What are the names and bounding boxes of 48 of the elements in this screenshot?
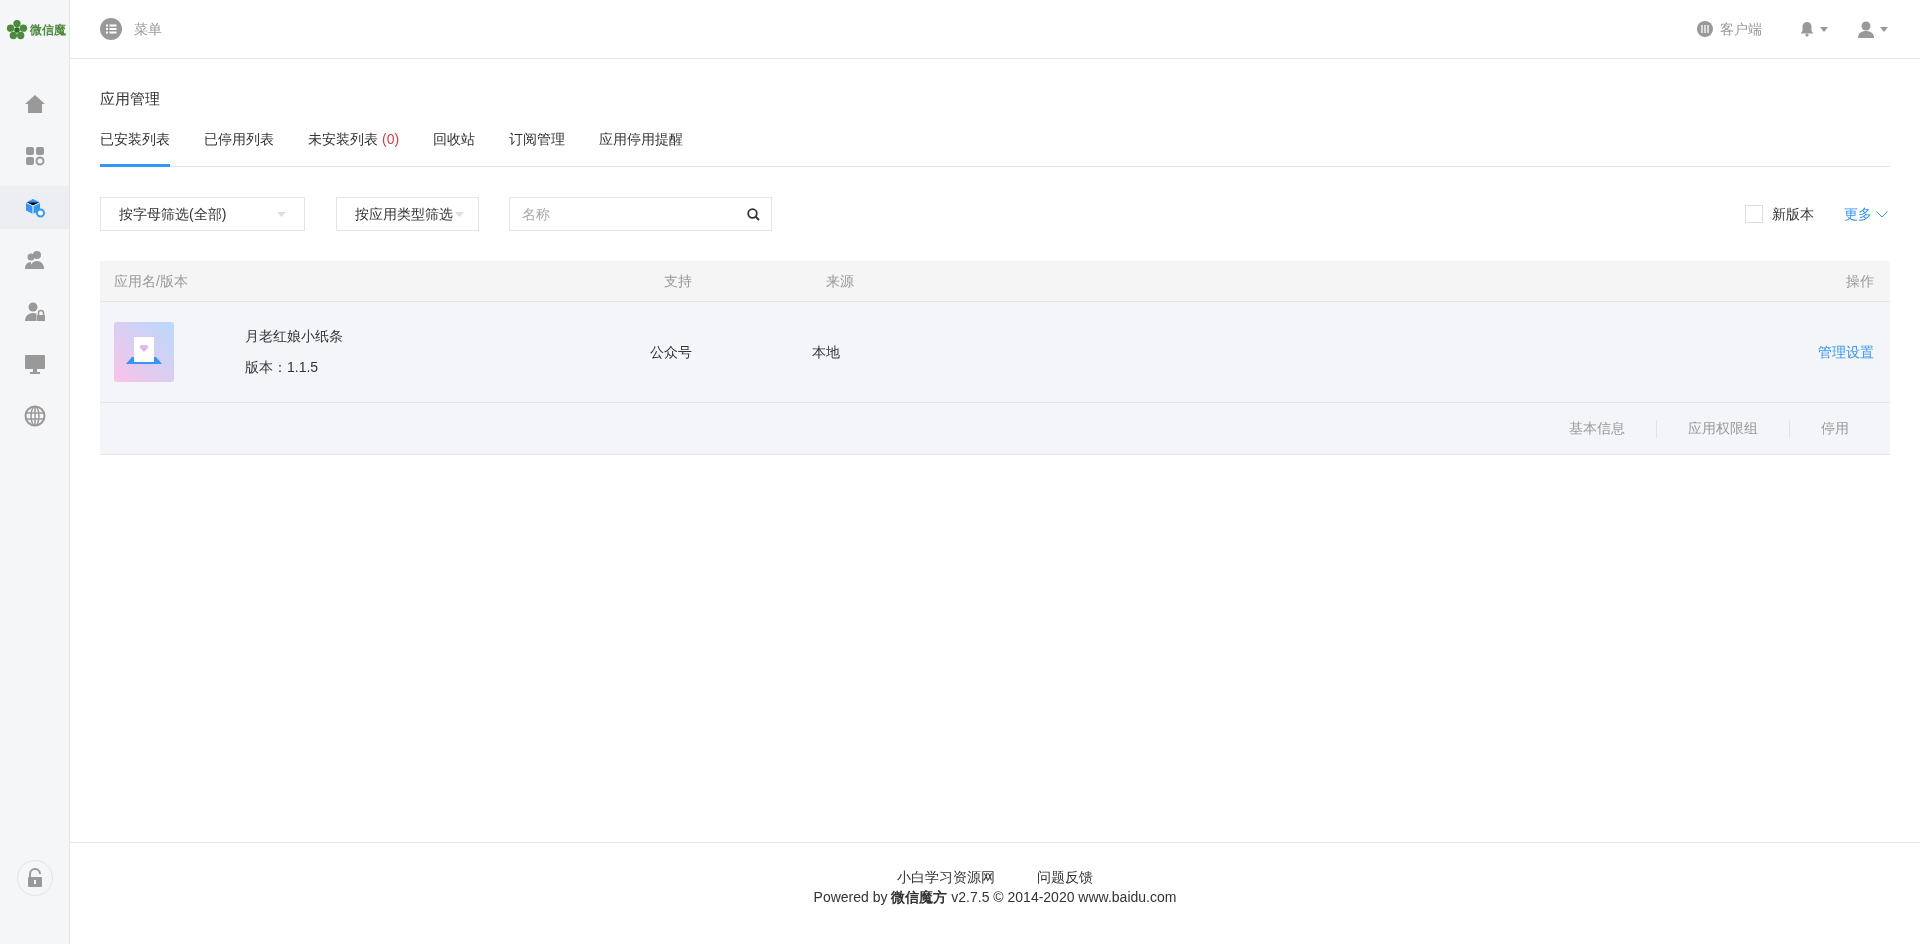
table-cell-text: 公众号 xyxy=(650,342,693,362)
chevron-down-icon xyxy=(1876,210,1888,218)
footer-link[interactable]: 小白学习资源网 xyxy=(897,867,995,887)
table-cell-text: 本地 xyxy=(812,342,841,362)
lock-icon xyxy=(25,868,44,888)
caret-icon xyxy=(1820,26,1828,32)
caret-icon xyxy=(277,211,286,217)
tab[interactable]: 订阅管理 xyxy=(509,127,566,167)
users-icon xyxy=(23,248,46,271)
sidebar-item[interactable] xyxy=(0,186,69,229)
app-version: 版本：1.1.5 xyxy=(245,358,320,377)
tab[interactable]: 应用停用提醒 xyxy=(599,127,684,167)
search-icon xyxy=(747,208,760,221)
monitor-icon xyxy=(23,352,46,375)
caret-icon xyxy=(455,211,464,217)
footer-link[interactable]: 问题反馈 xyxy=(1037,867,1093,887)
cube-gear-icon xyxy=(23,196,46,219)
column-header: 应用名/版本 xyxy=(114,271,189,291)
new-version-label: 新版本 xyxy=(1772,204,1814,224)
sliders-icon xyxy=(1697,21,1713,37)
copyright-text: Powered by 微信魔方 v2.7.5 © 2014-2020 www.baidu.com xyxy=(813,888,1177,907)
type-filter-dropdown[interactable]: 按应用类型筛选 xyxy=(336,197,479,231)
list-icon xyxy=(100,18,122,40)
tab[interactable]: 已安装列表 xyxy=(100,127,170,167)
tab[interactable]: 已停用列表 xyxy=(204,127,274,167)
cube-logo-icon xyxy=(6,18,28,41)
tab[interactable]: 未安装列表 (0) xyxy=(308,127,400,167)
page-title: 应用管理 xyxy=(100,89,161,109)
column-header: 操作 xyxy=(1846,271,1874,291)
bell-icon xyxy=(1800,21,1814,37)
notification-button[interactable] xyxy=(1800,21,1828,37)
column-header: 来源 xyxy=(826,271,855,291)
app-name: 月老红娘小纸条 xyxy=(245,327,344,346)
user-button[interactable] xyxy=(1858,20,1888,38)
app-thumbnail-icon xyxy=(114,322,174,382)
letter-filter-dropdown[interactable]: 按字母筛选(全部) xyxy=(100,197,305,231)
home-icon xyxy=(23,92,46,115)
column-header: 支持 xyxy=(664,271,693,291)
user-lock-icon xyxy=(23,300,46,323)
tab-count: (0) xyxy=(382,131,400,147)
caret-icon xyxy=(1880,26,1888,32)
search-field[interactable]: 名称 xyxy=(509,197,772,231)
logo-text: 微信魔 xyxy=(30,21,66,39)
checkbox[interactable] xyxy=(1745,205,1763,223)
user-icon xyxy=(1858,20,1874,38)
globe-icon xyxy=(23,404,46,427)
apps-icon xyxy=(23,144,46,167)
tab[interactable]: 回收站 xyxy=(433,127,476,167)
